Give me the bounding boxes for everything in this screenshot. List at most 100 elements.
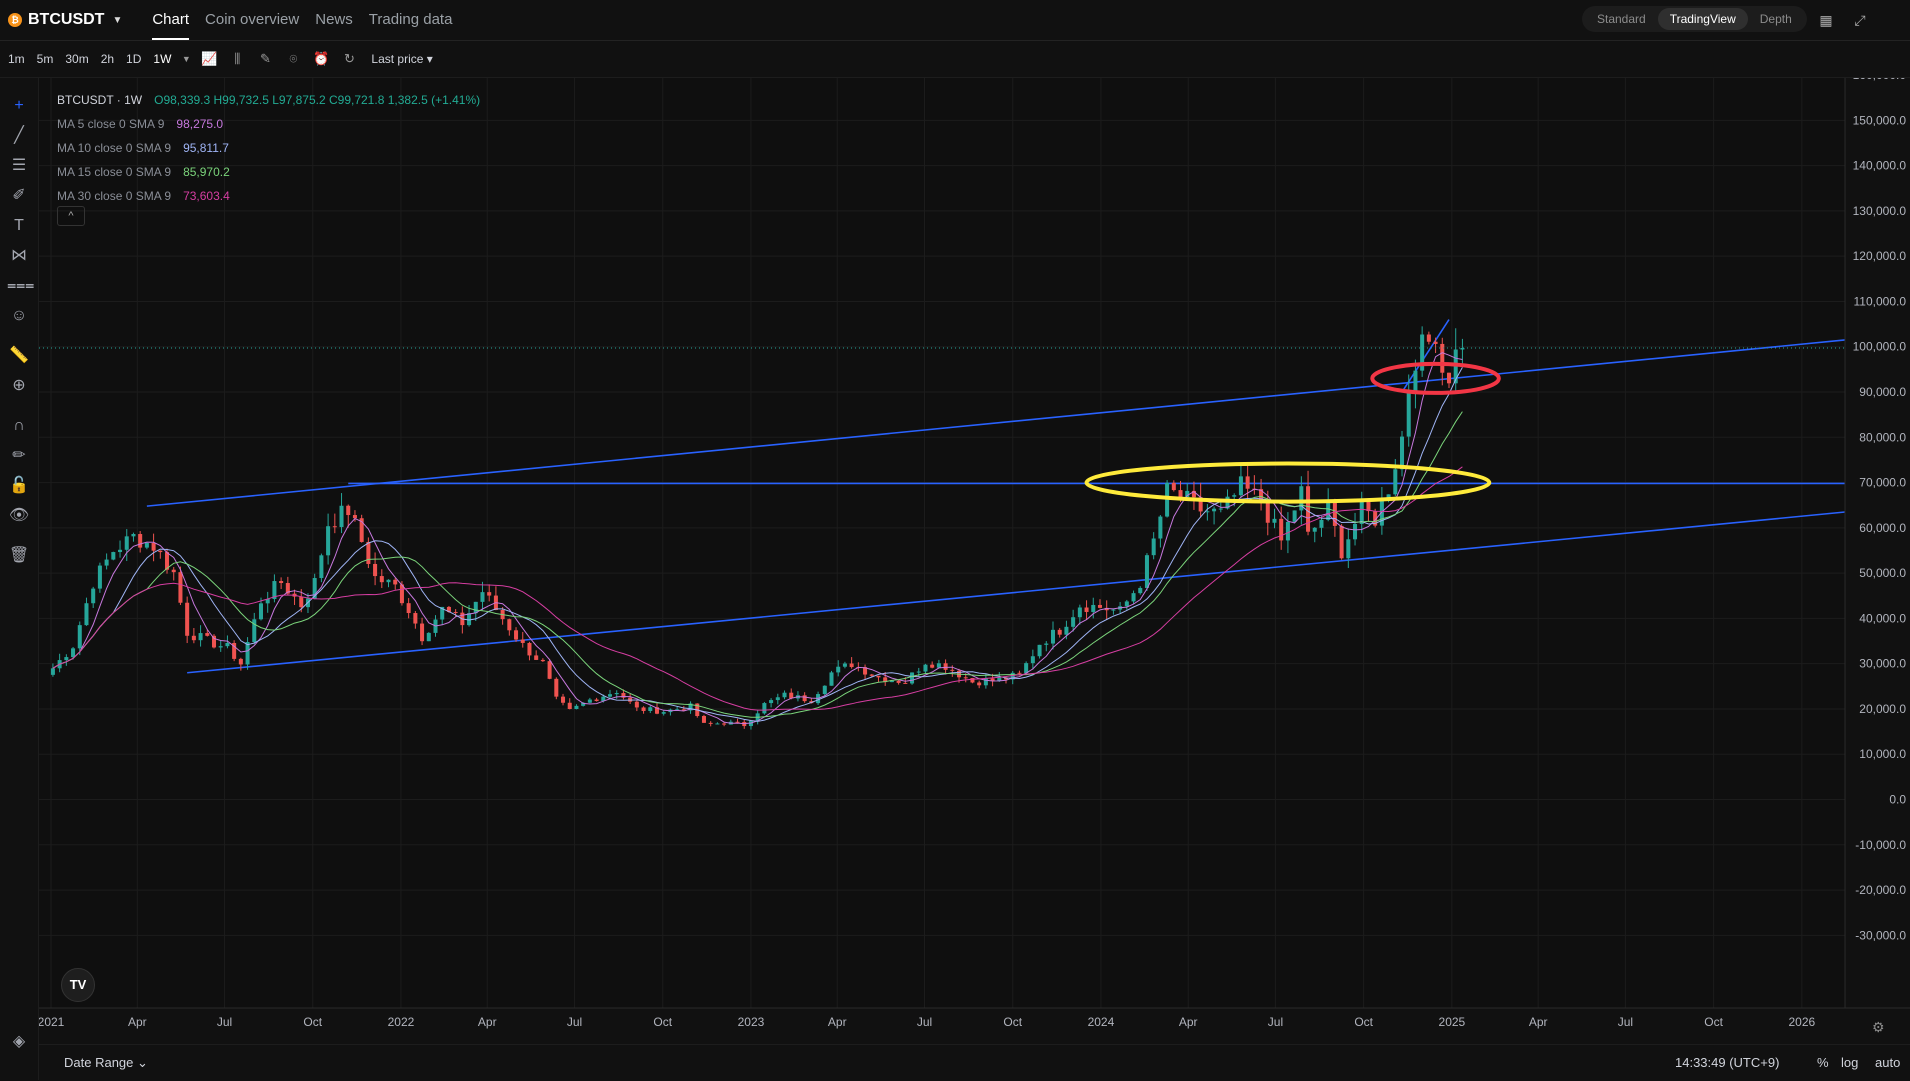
- candle-body: [547, 661, 552, 679]
- chevron-down-icon[interactable]: ▼: [112, 15, 122, 26]
- candle-body: [594, 699, 599, 702]
- log-toggle[interactable]: log: [1841, 1055, 1858, 1070]
- candle-body: [225, 642, 230, 647]
- candle-body: [151, 542, 156, 551]
- settings-gear-icon[interactable]: ⚙: [1872, 1019, 1885, 1036]
- candle-body: [185, 602, 190, 636]
- candle-body: [1024, 663, 1029, 674]
- time-tick-label: Oct: [1003, 1015, 1022, 1029]
- price-tick-label: 100,000.0: [1853, 340, 1907, 354]
- candle-body: [1306, 486, 1311, 532]
- candle-body: [1071, 617, 1076, 627]
- candle-body: [950, 669, 955, 671]
- timeframe-dropdown-icon[interactable]: ▼: [177, 54, 195, 64]
- lock-drawing-icon[interactable]: ✏: [7, 444, 31, 468]
- horizontal-lines-icon[interactable]: ☰: [7, 154, 31, 178]
- candle-body: [540, 659, 545, 662]
- time-tick-label: Oct: [653, 1015, 672, 1029]
- candle-body: [903, 682, 908, 684]
- candle-body: [1131, 593, 1136, 602]
- timeframe-5m[interactable]: 5m: [31, 52, 60, 66]
- candle-body: [1433, 341, 1438, 344]
- eye-icon[interactable]: 👁: [7, 504, 31, 528]
- percent-toggle[interactable]: %: [1817, 1055, 1829, 1070]
- candle-body: [1265, 501, 1270, 523]
- timeframe-1w[interactable]: 1W: [147, 52, 177, 66]
- candle-body: [379, 576, 384, 583]
- ma5-value: 98,275.0: [176, 117, 224, 131]
- candle-body: [473, 601, 478, 614]
- time-tick-label: 2021: [39, 1015, 65, 1029]
- candle-body: [1393, 469, 1398, 495]
- price-type-select[interactable]: Last price ▾: [371, 52, 432, 66]
- auto-toggle[interactable]: auto: [1875, 1055, 1900, 1070]
- indicators-icon[interactable]: 📈: [195, 51, 223, 67]
- candle-body: [1232, 495, 1237, 497]
- timeframe-1d[interactable]: 1D: [120, 52, 147, 66]
- view-depth-button[interactable]: Depth: [1748, 8, 1804, 30]
- brush-icon[interactable]: ✐: [7, 184, 31, 208]
- price-chart[interactable]: 99,721.8 160,000.0150,000.0140,000.0130,…: [39, 78, 1910, 1044]
- candle-body: [77, 625, 82, 649]
- candle-body: [386, 579, 391, 583]
- trendline-tool-icon[interactable]: ╱: [7, 124, 31, 148]
- candle-body: [1326, 501, 1331, 520]
- candle-body: [1319, 519, 1324, 528]
- candle-body: [118, 549, 123, 553]
- tab-trading-data[interactable]: Trading data: [361, 0, 461, 40]
- date-range-select[interactable]: Date Range ⌄: [64, 1055, 148, 1071]
- candle-body: [836, 666, 841, 673]
- zoom-in-icon[interactable]: ⊕: [7, 374, 31, 398]
- emoji-icon[interactable]: ☺: [7, 304, 31, 328]
- view-standard-button[interactable]: Standard: [1585, 8, 1658, 30]
- bitcoin-icon: ₿: [8, 13, 22, 27]
- candle-body: [487, 592, 492, 596]
- candle-body: [413, 613, 418, 624]
- time-tick-label: 2026: [1789, 1015, 1816, 1029]
- time-tick-label: Oct: [303, 1015, 322, 1029]
- lock-icon[interactable]: 🔓: [7, 474, 31, 498]
- timeframe-1m[interactable]: 1m: [2, 52, 31, 66]
- view-tradingview-button[interactable]: TradingView: [1657, 8, 1748, 30]
- chart-toolbar: 1m 5m 30m 2h 1D 1W ▼ 📈 ⫼ ✎ ⌾ ⏰ ↻ Last pr…: [0, 41, 1910, 78]
- candle-body: [527, 642, 532, 656]
- tab-news[interactable]: News: [307, 0, 361, 40]
- candle-body: [1044, 643, 1049, 645]
- time-tick-label: 2023: [738, 1015, 765, 1029]
- candle-body: [715, 723, 720, 725]
- candle-body: [373, 563, 378, 577]
- chart-type-icon[interactable]: ⫼: [223, 51, 251, 67]
- ma30-label: MA 30 close 0 SMA 9: [57, 189, 172, 203]
- timeframe-2h[interactable]: 2h: [95, 52, 120, 66]
- price-tick-label: 110,000.0: [1854, 294, 1907, 308]
- legend-collapse-button[interactable]: ^: [57, 206, 85, 226]
- pattern-tool-icon[interactable]: ⋈: [7, 244, 31, 268]
- candle-body: [1091, 604, 1096, 612]
- fullscreen-icon[interactable]: ⤢: [1851, 11, 1869, 29]
- timeframe-30m[interactable]: 30m: [59, 52, 94, 66]
- tradingview-logo[interactable]: TV: [61, 968, 95, 1002]
- symbol-selector[interactable]: ₿ BTCUSDT ▼: [8, 11, 122, 29]
- camera-icon[interactable]: ⌾: [279, 51, 307, 67]
- measure-lines-icon[interactable]: ⩶: [7, 274, 34, 298]
- magnet-icon[interactable]: ∩: [7, 414, 31, 438]
- trash-icon[interactable]: 🗑: [7, 544, 31, 568]
- crosshair-icon[interactable]: +: [7, 94, 31, 118]
- tab-chart[interactable]: Chart: [144, 0, 197, 40]
- candle-body: [1353, 523, 1358, 540]
- pencil-icon[interactable]: ✎: [251, 51, 279, 67]
- text-tool-icon[interactable]: T: [7, 214, 31, 238]
- reset-icon[interactable]: ↻: [335, 51, 363, 67]
- candle-body: [567, 702, 572, 710]
- alarm-icon[interactable]: ⏰: [307, 51, 335, 67]
- candle-body: [722, 723, 727, 725]
- candle-body: [1218, 508, 1223, 510]
- candle-body: [782, 692, 787, 698]
- ruler-icon[interactable]: 📏: [7, 344, 31, 368]
- tab-coin-overview[interactable]: Coin overview: [197, 0, 307, 40]
- layers-icon[interactable]: ◈: [7, 1030, 31, 1054]
- time-tick-label: Apr: [478, 1015, 497, 1029]
- candle-body: [1030, 656, 1035, 664]
- grid-layout-icon[interactable]: ▦: [1817, 11, 1835, 29]
- candle-body: [1050, 629, 1056, 644]
